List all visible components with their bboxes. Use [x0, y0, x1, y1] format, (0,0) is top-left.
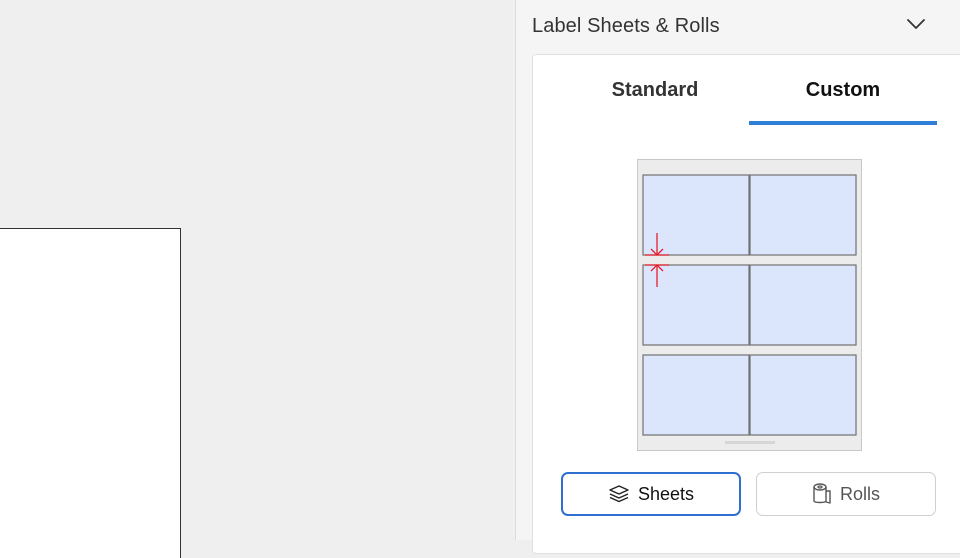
- tab-custom[interactable]: Custom: [749, 55, 937, 125]
- label-cell: [642, 174, 750, 256]
- label-grid: [642, 174, 857, 436]
- panel-title: Label Sheets & Rolls: [532, 14, 720, 37]
- label-sheet-preview: [637, 159, 862, 451]
- label-cell: [749, 174, 857, 256]
- stacked-sheets-icon: [609, 485, 629, 503]
- tab-bar: Standard Custom: [533, 55, 960, 127]
- rolls-button[interactable]: Rolls: [756, 472, 936, 516]
- sheets-button[interactable]: Sheets: [561, 472, 741, 516]
- tab-standard[interactable]: Standard: [561, 55, 749, 125]
- canvas-area: [0, 0, 515, 558]
- chevron-down-icon[interactable]: [905, 13, 927, 35]
- sheet-footer-mark: [725, 441, 775, 444]
- label-cell: [642, 354, 750, 436]
- label-cell: [642, 264, 750, 346]
- sheets-button-label: Sheets: [637, 483, 695, 504]
- document-page[interactable]: [0, 228, 181, 558]
- label-cell: [749, 264, 857, 346]
- rolls-button-label: Rolls: [839, 483, 880, 504]
- tab-selected-indicator: [749, 121, 937, 125]
- label-cell: [749, 354, 857, 436]
- panel-header[interactable]: Label Sheets & Rolls: [516, 0, 960, 52]
- label-sheets-panel: Label Sheets & Rolls Standard Custom She…: [515, 0, 960, 554]
- label-roll-icon: [813, 483, 831, 504]
- label-type-card: Standard Custom Sheets Rolls: [532, 54, 960, 554]
